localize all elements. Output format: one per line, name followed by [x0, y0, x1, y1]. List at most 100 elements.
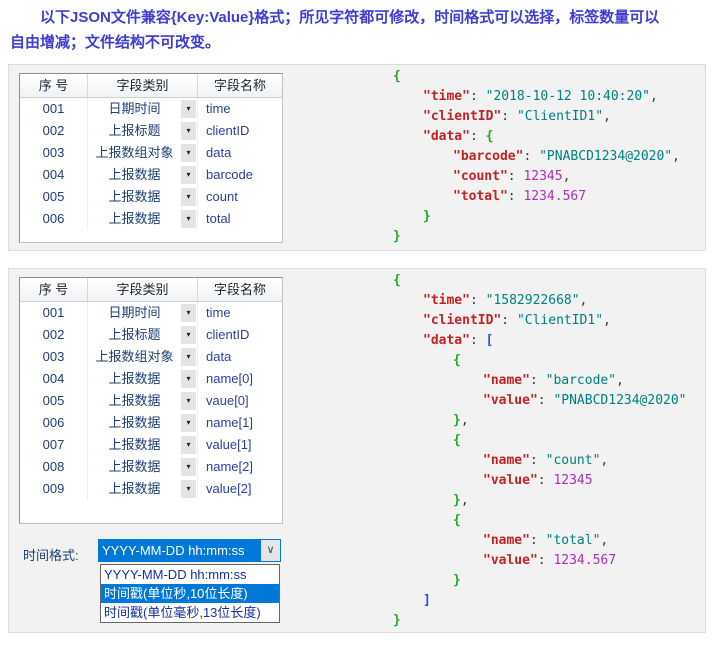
table-row: 006上报数据▾name[1]	[20, 412, 282, 434]
field-type-select[interactable]: 上报数据▾	[88, 186, 198, 208]
combo-dropdown-button[interactable]: ∨	[260, 540, 280, 561]
table-row: 005上报数据▾count	[20, 186, 282, 208]
field-type-dropdown-button[interactable]: ▾	[181, 326, 196, 344]
field-type-select[interactable]: 日期时间▾	[88, 302, 198, 324]
chevron-down-icon: ∨	[266, 544, 274, 556]
field-type-select[interactable]: 上报标题▾	[88, 324, 198, 346]
json-token: ,	[603, 109, 611, 124]
field-name-input[interactable]: name[1]	[198, 412, 282, 434]
field-name-input[interactable]: data	[198, 142, 282, 164]
json-code-line: "data": [	[393, 331, 687, 351]
field-type-dropdown-button[interactable]: ▾	[181, 414, 196, 432]
field-type-dropdown-button[interactable]: ▾	[181, 210, 196, 228]
field-type-dropdown-button[interactable]: ▾	[181, 166, 196, 184]
field-type-dropdown-button[interactable]: ▾	[181, 392, 196, 410]
field-type-select[interactable]: 上报数据▾	[88, 208, 198, 230]
field-type-select[interactable]: 上报数组对象▾	[88, 346, 198, 368]
row-number: 002	[20, 324, 88, 346]
field-type-select[interactable]: 上报数据▾	[88, 390, 198, 412]
field-name-input[interactable]: name[0]	[198, 368, 282, 390]
json-code-line: {	[393, 67, 680, 87]
row-number: 004	[20, 164, 88, 186]
row-number: 003	[20, 142, 88, 164]
time-format-options-list: YYYY-MM-DD hh:mm:ss时间戳(单位秒,10位长度)时间戳(单位毫…	[100, 564, 280, 623]
time-format-option[interactable]: YYYY-MM-DD hh:mm:ss	[101, 565, 279, 584]
json-code-line: "time": "1582922668",	[393, 291, 687, 311]
json-token: "ClientID1"	[517, 313, 603, 328]
json-token: }	[453, 573, 461, 588]
field-type-dropdown-button[interactable]: ▾	[181, 458, 196, 476]
fields-table: 序 号字段类别字段名称001日期时间▾time002上报标题▾clientID0…	[19, 73, 283, 243]
time-format-option[interactable]: 时间戳(单位毫秒,13位长度)	[101, 603, 279, 622]
field-name-input[interactable]: barcode	[198, 164, 282, 186]
json-token: :	[538, 393, 554, 408]
field-name-input[interactable]: vaue[0]	[198, 390, 282, 412]
json-token: ,	[461, 413, 469, 428]
field-type-select[interactable]: 上报数据▾	[88, 456, 198, 478]
field-type-dropdown-button[interactable]: ▾	[181, 370, 196, 388]
field-type-select[interactable]: 上报数组对象▾	[88, 142, 198, 164]
time-format-option[interactable]: 时间戳(单位秒,10位长度)	[101, 584, 279, 603]
field-type-select[interactable]: 上报数据▾	[88, 478, 198, 500]
json-token: [	[486, 333, 494, 348]
field-name-input[interactable]: name[2]	[198, 456, 282, 478]
field-type-dropdown-button[interactable]: ▾	[181, 100, 196, 118]
field-name-input[interactable]: clientID	[198, 120, 282, 142]
row-number: 004	[20, 368, 88, 390]
field-type-select[interactable]: 上报数据▾	[88, 412, 198, 434]
field-type-select[interactable]: 日期时间▾	[88, 98, 198, 120]
json-token: :	[538, 553, 554, 568]
field-name-input[interactable]: time	[198, 98, 282, 120]
field-name-input[interactable]: clientID	[198, 324, 282, 346]
json-token: "time"	[423, 89, 470, 104]
json-code-line: {	[393, 431, 687, 451]
table-row: 003上报数组对象▾data	[20, 142, 282, 164]
row-number: 001	[20, 302, 88, 324]
panel-keyvalue-array-format: 序 号字段类别字段名称001日期时间▾time002上报标题▾clientID0…	[8, 268, 706, 633]
json-token: "name"	[483, 533, 530, 548]
field-name-input[interactable]: data	[198, 346, 282, 368]
json-token: :	[470, 333, 486, 348]
field-name-input[interactable]: count	[198, 186, 282, 208]
column-header: 字段名称	[198, 74, 282, 97]
table-row: 004上报数据▾barcode	[20, 164, 282, 186]
json-token: 1234.567	[523, 189, 586, 204]
json-token: "total"	[546, 533, 601, 548]
json-code-line: }	[393, 227, 680, 247]
json-code-line: "time": "2018-10-12 10:40:20",	[393, 87, 680, 107]
json-code-line: },	[393, 491, 687, 511]
json-token: "1582922668"	[486, 293, 580, 308]
field-type-dropdown-button[interactable]: ▾	[181, 304, 196, 322]
json-token: :	[523, 149, 539, 164]
field-type-select[interactable]: 上报标题▾	[88, 120, 198, 142]
row-number: 002	[20, 120, 88, 142]
field-type-dropdown-button[interactable]: ▾	[181, 348, 196, 366]
field-type-dropdown-button[interactable]: ▾	[181, 144, 196, 162]
json-token: "barcode"	[453, 149, 523, 164]
field-type-dropdown-button[interactable]: ▾	[181, 480, 196, 498]
field-type-select[interactable]: 上报数据▾	[88, 368, 198, 390]
field-type-dropdown-button[interactable]: ▾	[181, 122, 196, 140]
json-token: ]	[423, 593, 431, 608]
json-token: ,	[461, 493, 469, 508]
time-format-label: 时间格式:	[23, 545, 79, 564]
time-format-select[interactable]: YYYY-MM-DD hh:mm:ss ∨	[98, 539, 281, 562]
json-token: "2018-10-12 10:40:20"	[486, 89, 650, 104]
json-code-line: "total": 1234.567	[393, 187, 680, 207]
table-row: 008上报数据▾name[2]	[20, 456, 282, 478]
json-token: :	[501, 313, 517, 328]
field-type-select[interactable]: 上报数据▾	[88, 164, 198, 186]
field-name-input[interactable]: value[2]	[198, 478, 282, 500]
row-number: 007	[20, 434, 88, 456]
field-name-input[interactable]: value[1]	[198, 434, 282, 456]
field-name-input[interactable]: total	[198, 208, 282, 230]
field-name-input[interactable]: time	[198, 302, 282, 324]
field-type-dropdown-button[interactable]: ▾	[181, 436, 196, 454]
json-token: "data"	[423, 129, 470, 144]
field-type-select[interactable]: 上报数据▾	[88, 434, 198, 456]
json-token: :	[508, 169, 524, 184]
column-header: 字段名称	[198, 278, 282, 301]
json-code-line: "name": "barcode",	[393, 371, 687, 391]
json-code-line: }	[393, 611, 687, 631]
field-type-dropdown-button[interactable]: ▾	[181, 188, 196, 206]
